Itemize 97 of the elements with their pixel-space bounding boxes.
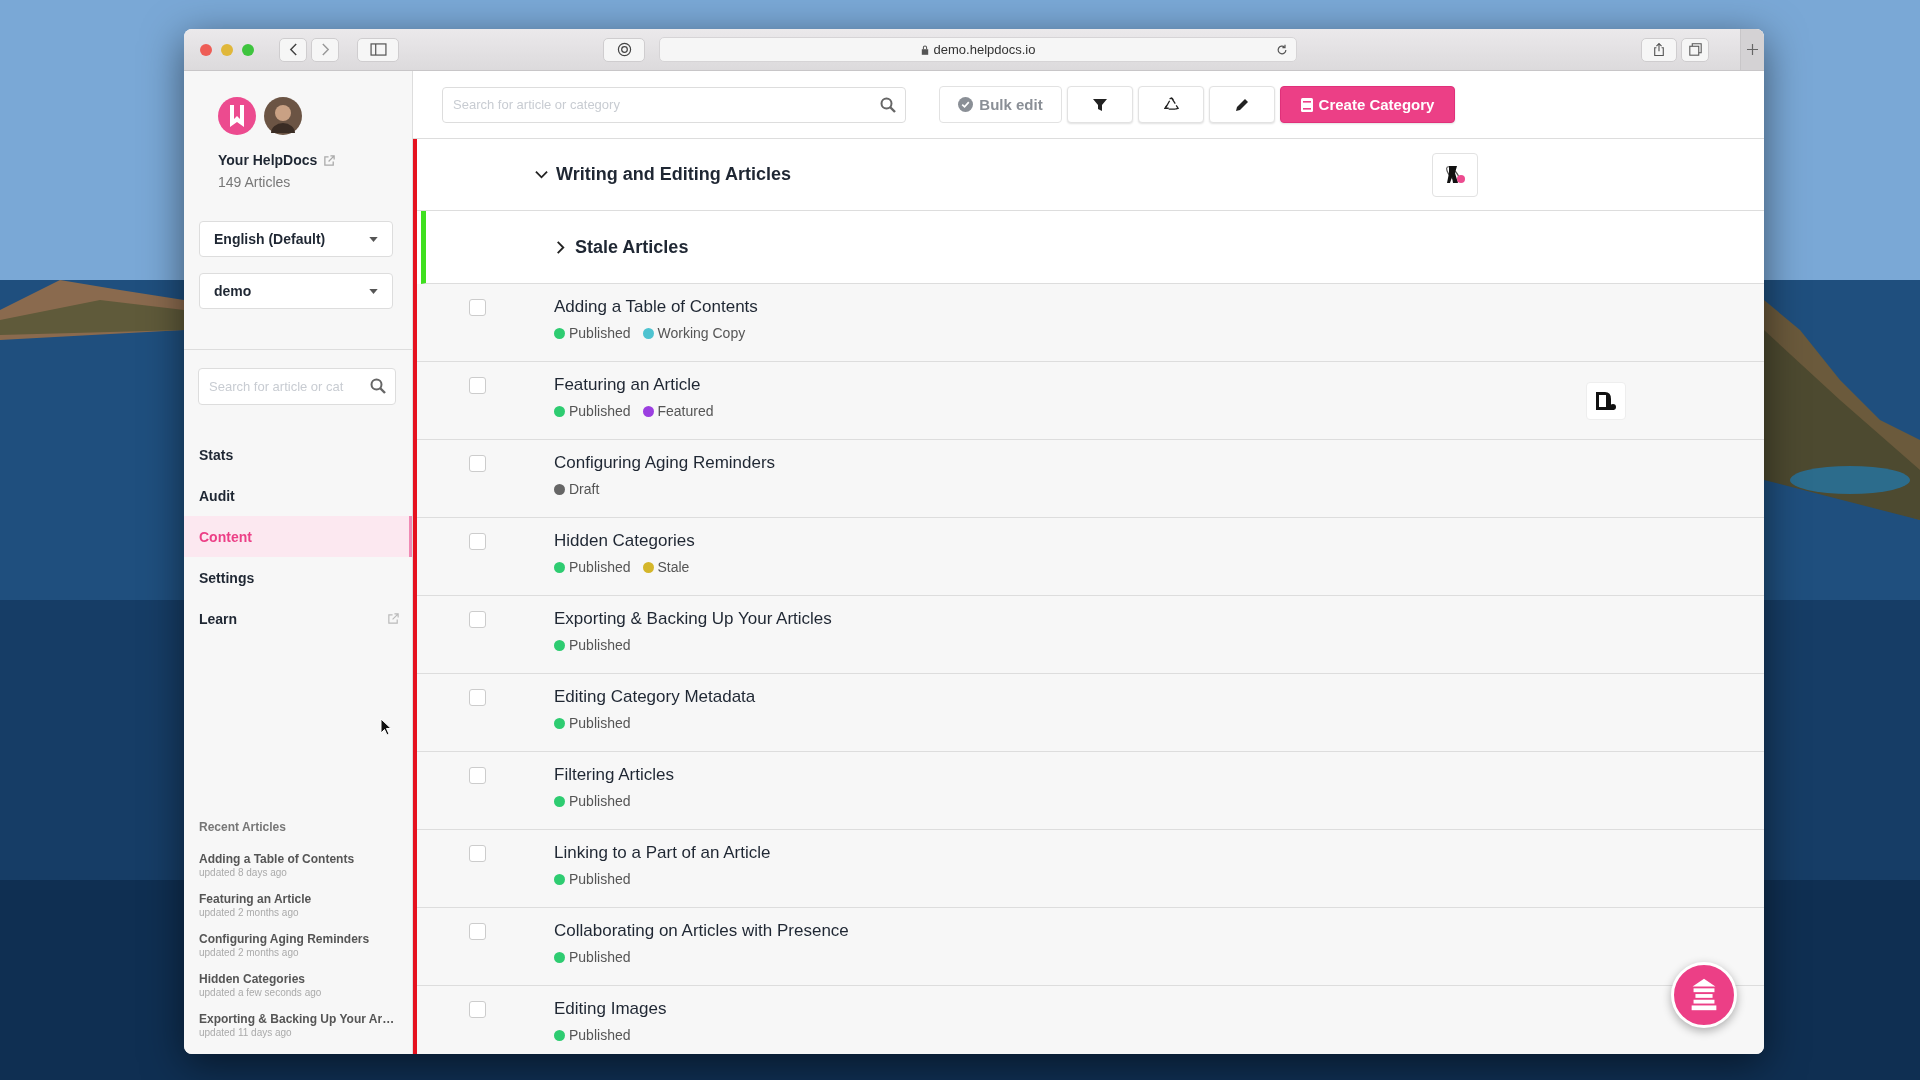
site-name[interactable]: Your HelpDocs <box>218 152 318 168</box>
checkbox[interactable] <box>469 689 486 706</box>
recycle-icon <box>1163 97 1179 112</box>
article-title[interactable]: Exporting & Backing Up Your Articles <box>554 609 832 629</box>
reload-icon[interactable] <box>1276 44 1288 56</box>
article-count: 149 Articles <box>217 173 292 190</box>
article-title[interactable]: Configuring Aging Reminders <box>554 453 776 473</box>
article-title[interactable]: Adding a Table of Contents <box>554 297 758 317</box>
status-label: Published <box>569 325 631 341</box>
recent-article-link[interactable]: Exporting & Backing Up Your Ar… <box>199 1012 397 1026</box>
filter-button[interactable] <box>1067 86 1133 123</box>
edit-button[interactable] <box>1209 86 1275 123</box>
caret-icon <box>369 288 378 294</box>
nav-item[interactable]: Settings <box>184 557 412 598</box>
article-title[interactable]: Editing Images <box>554 999 667 1019</box>
category-header[interactable]: Writing and Editing Articles <box>417 139 1764 211</box>
status-label: Published <box>569 871 631 887</box>
nav-item[interactable]: Stats <box>184 434 412 475</box>
status-label: Published <box>569 793 631 809</box>
share-button[interactable] <box>1641 37 1677 62</box>
checkbox[interactable] <box>469 455 486 472</box>
address-bar[interactable]: demo.helpdocs.io <box>659 37 1297 62</box>
recent-article-link[interactable]: Adding a Table of Contents <box>199 852 397 866</box>
pencil-icon <box>1235 97 1249 112</box>
filter-icon <box>1093 97 1107 112</box>
chevron-left-icon <box>288 43 298 56</box>
status-label: Published <box>569 1027 631 1043</box>
category-title: Writing and Editing Articles <box>556 164 791 185</box>
recent-article-link[interactable]: Featuring an Article <box>199 892 397 906</box>
chevron-right-icon <box>320 43 330 56</box>
book-icon <box>1300 97 1313 112</box>
avatar <box>264 97 302 135</box>
language-dropdown[interactable]: English (Default) <box>199 221 393 257</box>
subcategory-row[interactable]: Stale Articles <box>421 211 1764 284</box>
article-title[interactable]: Filtering Articles <box>554 765 674 785</box>
status-label: Published <box>569 949 631 965</box>
status-label: Draft <box>569 481 600 497</box>
sidebar-icon <box>369 43 387 56</box>
nav-item[interactable]: Audit <box>184 475 412 516</box>
chevron-icon[interactable] <box>554 240 567 254</box>
nav-item[interactable]: Learn <box>184 598 412 639</box>
door-drawing <box>1595 391 1617 411</box>
subcategory-title: Stale Articles <box>575 236 689 258</box>
privacy-report-button[interactable] <box>603 37 645 62</box>
logo-icon <box>218 97 256 135</box>
status-label: Stale <box>657 559 690 575</box>
checkbox[interactable] <box>469 845 486 862</box>
tabs-icon <box>1688 43 1702 56</box>
status-label: Featured <box>657 403 714 419</box>
updated-time: updated 2 months ago <box>199 947 300 958</box>
status-label: Published <box>569 715 631 731</box>
checkbox[interactable] <box>469 611 486 628</box>
status-label: Published <box>569 403 631 419</box>
workspace-dropdown[interactable]: demo <box>199 273 393 309</box>
updated-time: updated a few seconds ago <box>199 987 323 998</box>
checkbox[interactable] <box>469 923 486 940</box>
chevron-icon[interactable] <box>535 168 548 181</box>
check-circle-icon <box>958 97 974 112</box>
plus-icon <box>1747 44 1758 55</box>
article-title[interactable]: Hidden Categories <box>554 531 695 551</box>
search-icon[interactable] <box>370 378 386 394</box>
checkbox[interactable] <box>469 533 486 550</box>
article-title[interactable]: Collaborating on Articles with Presence <box>554 921 849 941</box>
tabs-overview-button[interactable] <box>1681 37 1709 62</box>
settings-button[interactable] <box>1432 152 1478 197</box>
status-label: Working Copy <box>657 325 746 341</box>
updated-time: updated 2 months ago <box>199 907 300 918</box>
recent-article-link[interactable]: Configuring Aging Reminders <box>199 932 397 946</box>
checkbox[interactable] <box>469 1001 486 1018</box>
article-title[interactable]: Featuring an Article <box>554 375 714 395</box>
back-button[interactable] <box>279 37 307 62</box>
status-label: Published <box>569 637 631 653</box>
article-title[interactable]: Editing Category Metadata <box>554 687 756 707</box>
caret-icon <box>369 236 378 242</box>
section-heading: Recent Articles <box>199 820 287 834</box>
lock-icon <box>920 44 929 55</box>
close-window-button[interactable] <box>200 43 212 56</box>
article-title[interactable]: Linking to a Part of an Article <box>554 843 771 863</box>
zoom-window-button[interactable] <box>242 43 254 56</box>
share-icon <box>1653 42 1665 57</box>
status-label: Published <box>569 559 631 575</box>
new-tab-button[interactable] <box>1740 29 1764 70</box>
sidebar-toggle-button[interactable] <box>357 37 399 62</box>
door-icon[interactable] <box>1586 382 1626 420</box>
create-category-button[interactable]: Create Category <box>1280 86 1455 123</box>
checkbox[interactable] <box>469 767 486 784</box>
forward-button[interactable] <box>311 37 339 62</box>
checkbox[interactable] <box>469 299 486 316</box>
updated-time: updated 8 days ago <box>199 867 288 878</box>
shield-icon <box>616 42 632 57</box>
recycle-button[interactable] <box>1138 86 1204 123</box>
pointer-icon <box>380 718 392 736</box>
updated-time: updated 11 days ago <box>199 1027 293 1038</box>
checkbox[interactable] <box>469 377 486 394</box>
recent-article-link[interactable]: Hidden Categories <box>199 972 397 986</box>
search-icon[interactable] <box>880 96 896 113</box>
external-link-icon[interactable] <box>323 153 337 167</box>
